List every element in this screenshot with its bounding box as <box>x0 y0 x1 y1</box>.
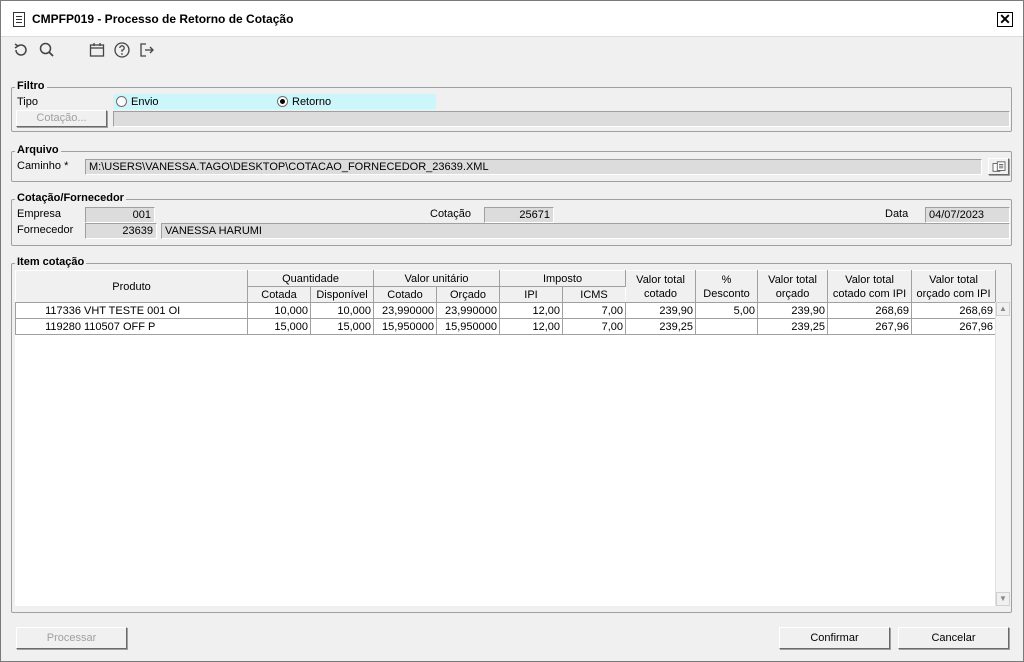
close-button[interactable]: ✕ <box>997 12 1013 27</box>
col-desconto-l2: Desconto <box>703 287 750 300</box>
col-valor-total-orcado[interactable]: Valor total orçado <box>757 270 829 303</box>
caminho-label: Caminho * <box>17 160 69 172</box>
col-disponivel[interactable]: Disponível <box>309 286 375 303</box>
col-vt-cotado-ipi[interactable]: Valor total cotado com IPI <box>827 270 913 303</box>
title-bar: CMPFP019 - Processo de Retorno de Cotaçã… <box>1 1 1023 37</box>
exit-icon[interactable] <box>138 41 156 59</box>
cancelar-button[interactable]: Cancelar <box>898 627 1009 649</box>
cell-descricao: 110507 OFF P <box>84 320 156 333</box>
cell-vt-orcado[interactable]: 239,25 <box>757 318 829 335</box>
data-label: Data <box>885 208 909 220</box>
cell-vt-orcado-ipi[interactable]: 268,69 <box>911 302 997 319</box>
tipo-radio-group <box>113 94 436 109</box>
col-valor-total-cotado-l1: Valor total <box>636 273 685 286</box>
data-field[interactable]: 04/07/2023 <box>925 207 1010 223</box>
window-title: CMPFP019 - Processo de Retorno de Cotaçã… <box>32 12 294 26</box>
col-ipi[interactable]: IPI <box>499 286 564 303</box>
col-quantidade[interactable]: Quantidade <box>246 270 375 287</box>
cell-ipi[interactable]: 12,00 <box>499 302 564 319</box>
cell-produto[interactable]: 119280 110507 OFF P <box>15 318 248 335</box>
col-vt-orcado-ipi[interactable]: Valor total orçado com IPI <box>911 270 997 303</box>
cell-codigo: 119280 <box>45 320 81 333</box>
search-icon[interactable] <box>38 41 56 59</box>
col-desconto-l1: % <box>721 273 732 286</box>
col-icms[interactable]: ICMS <box>562 286 627 303</box>
cell-disponivel[interactable]: 15,000 <box>309 318 375 335</box>
cell-desconto[interactable]: 5,00 <box>695 302 759 319</box>
col-vt-cotado-ipi-l2: cotado com IPI <box>832 287 907 300</box>
cell-ipi[interactable]: 12,00 <box>499 318 564 335</box>
col-valor-total-orcado-l2: orçado <box>775 287 810 300</box>
table-row[interactable]: 117336 VHT TESTE 001 OI 10,000 10,000 23,… <box>15 302 997 319</box>
col-desconto[interactable]: % Desconto <box>695 270 759 303</box>
envio-label: Envio <box>131 96 159 108</box>
cell-orcado[interactable]: 15,950000 <box>436 318 501 335</box>
envio-radio[interactable] <box>116 96 127 107</box>
refresh-icon[interactable] <box>12 41 30 59</box>
col-valor-unitario[interactable]: Valor unitário <box>373 270 501 287</box>
cell-cotada[interactable]: 15,000 <box>247 318 311 335</box>
cell-icms[interactable]: 7,00 <box>562 318 627 335</box>
fornecedor-code-field[interactable]: 23639 <box>85 223 157 239</box>
cotacao-label: Cotação <box>430 208 471 220</box>
table-row[interactable]: 119280 110507 OFF P 15,000 15,000 15,9500… <box>15 318 997 335</box>
cell-descricao: VHT TESTE 001 OI <box>84 304 181 317</box>
col-cotada[interactable]: Cotada <box>247 286 311 303</box>
col-valor-total-cotado-l2: cotado <box>644 287 678 300</box>
cotacao-field[interactable]: 25671 <box>484 207 554 223</box>
cell-vt-cotado[interactable]: 239,25 <box>625 318 697 335</box>
arquivo-title: Arquivo <box>15 144 61 156</box>
col-vt-cotado-ipi-l1: Valor total <box>845 273 894 286</box>
cotacao-fornecedor-title: Cotação/Fornecedor <box>15 192 126 204</box>
document-icon <box>13 12 25 27</box>
cell-icms[interactable]: 7,00 <box>562 302 627 319</box>
items-table: Produto Quantidade Valor unitário Impost… <box>15 270 997 335</box>
cell-disponivel[interactable]: 10,000 <box>309 302 375 319</box>
help-icon[interactable] <box>113 41 131 59</box>
cell-vt-orcado-ipi[interactable]: 267,96 <box>911 318 997 335</box>
cell-produto[interactable]: 117336 VHT TESTE 001 OI <box>15 302 248 319</box>
toolbar <box>1 38 1023 64</box>
col-imposto[interactable]: Imposto <box>499 270 627 287</box>
scroll-up-icon[interactable]: ▲ <box>996 302 1010 316</box>
cell-orcado[interactable]: 23,990000 <box>436 302 501 319</box>
cell-desconto[interactable] <box>695 318 759 335</box>
cell-vt-cotado-ipi[interactable]: 267,96 <box>827 318 913 335</box>
col-vt-orcado-ipi-l1: Valor total <box>929 273 978 286</box>
cell-cotado[interactable]: 15,950000 <box>373 318 438 335</box>
empresa-field[interactable]: 001 <box>85 207 155 223</box>
item-cotacao-title: Item cotação <box>15 256 87 268</box>
processar-button[interactable]: Processar <box>16 627 127 649</box>
cotacao-lookup-button[interactable]: Cotação... <box>16 110 107 127</box>
cell-cotado[interactable]: 23,990000 <box>373 302 438 319</box>
filtro-title: Filtro <box>15 80 47 92</box>
cell-vt-cotado[interactable]: 239,90 <box>625 302 697 319</box>
tipo-label: Tipo <box>17 96 38 108</box>
confirmar-button[interactable]: Confirmar <box>779 627 890 649</box>
cell-codigo: 117336 <box>45 304 81 317</box>
col-produto[interactable]: Produto <box>15 270 248 303</box>
browse-file-button[interactable] <box>988 158 1009 175</box>
col-valor-total-orcado-l1: Valor total <box>768 273 817 286</box>
retorno-label: Retorno <box>292 96 332 108</box>
fornecedor-name-field[interactable]: VANESSA HARUMI <box>161 223 1010 239</box>
folder-icon <box>992 161 1005 172</box>
cell-vt-cotado-ipi[interactable]: 268,69 <box>827 302 913 319</box>
cell-cotada[interactable]: 10,000 <box>247 302 311 319</box>
vertical-scrollbar[interactable]: ▲ ▼ <box>995 302 1010 606</box>
retorno-radio[interactable] <box>277 96 288 107</box>
col-cotado[interactable]: Cotado <box>373 286 438 303</box>
fornecedor-label: Fornecedor <box>17 224 74 236</box>
scroll-down-icon[interactable]: ▼ <box>996 592 1010 606</box>
col-orcado[interactable]: Orçado <box>436 286 501 303</box>
col-valor-total-cotado[interactable]: Valor total cotado <box>625 270 697 303</box>
calendar-icon[interactable] <box>88 41 106 59</box>
col-vt-orcado-ipi-l2: orçado com IPI <box>916 287 991 300</box>
main-window: CMPFP019 - Processo de Retorno de Cotaçã… <box>0 0 1024 662</box>
caminho-field[interactable]: M:\USERS\VANESSA.TAGO\DESKTOP\COTACAO_FO… <box>85 159 982 175</box>
cell-vt-orcado[interactable]: 239,90 <box>757 302 829 319</box>
cotacao-filter-field[interactable] <box>113 111 1010 127</box>
empresa-label: Empresa <box>17 208 62 220</box>
